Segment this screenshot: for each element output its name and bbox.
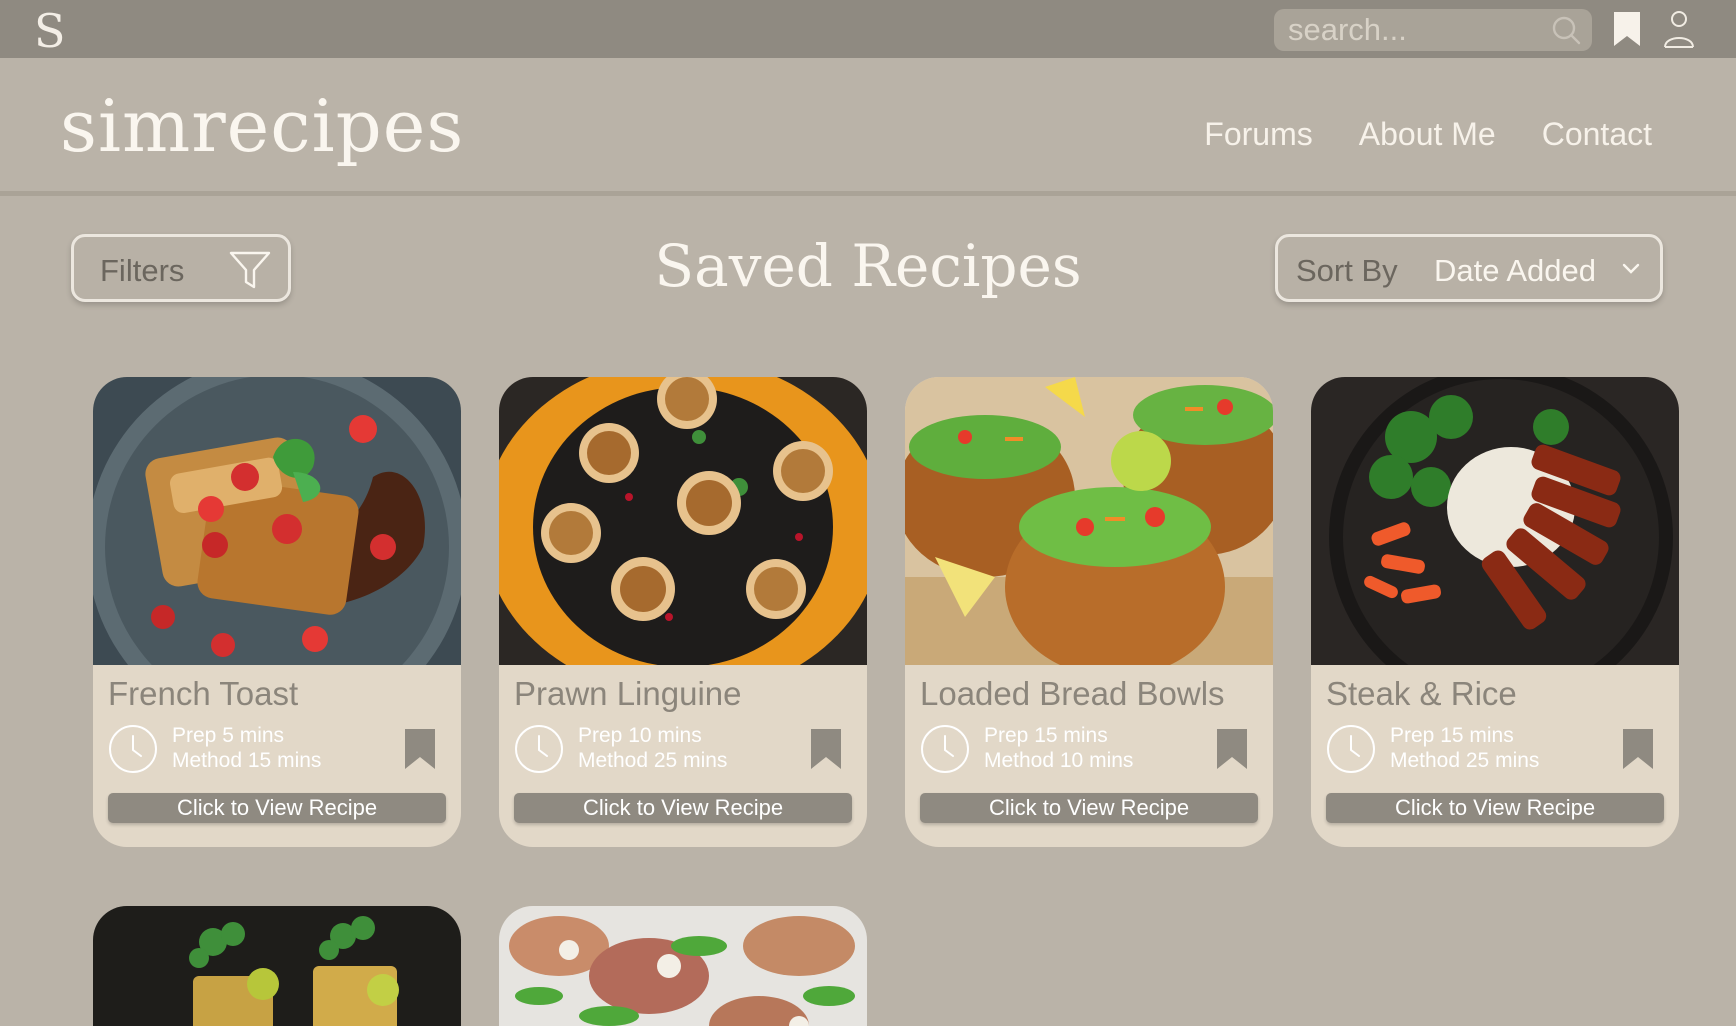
recipe-card-partial[interactable] — [499, 906, 867, 1026]
method-time: Method 15 mins — [172, 749, 322, 772]
recipe-title[interactable]: French Toast — [108, 675, 298, 713]
recipe-card-partial[interactable] — [93, 906, 461, 1026]
bookmark-icon[interactable] — [809, 727, 843, 771]
recipe-times: Prep 15 mins Method 25 mins — [1390, 723, 1539, 773]
recipe-times: Prep 5 mins Method 15 mins — [172, 723, 321, 773]
bookmark-icon[interactable] — [1612, 10, 1642, 48]
recipe-card[interactable]: French Toast Prep 5 mins Method 15 mins … — [93, 377, 461, 847]
view-recipe-button[interactable]: Click to View Recipe — [1326, 793, 1664, 823]
sort-dropdown[interactable]: Sort By Date Added — [1275, 234, 1663, 302]
brand-logo[interactable]: simrecipes — [60, 84, 464, 168]
method-time: Method 25 mins — [578, 749, 728, 772]
method-time: Method 25 mins — [1390, 749, 1540, 772]
recipe-image[interactable] — [499, 906, 867, 1026]
clock-icon — [515, 725, 563, 773]
view-recipe-button[interactable]: Click to View Recipe — [514, 793, 852, 823]
prep-time: Prep 5 mins — [172, 724, 285, 747]
recipe-image[interactable] — [93, 377, 461, 665]
recipe-image[interactable] — [905, 377, 1273, 665]
recipe-times: Prep 15 mins Method 10 mins — [984, 723, 1133, 773]
nav-about-me[interactable]: About Me — [1359, 116, 1496, 153]
search-input[interactable] — [1288, 14, 1538, 46]
nav-contact[interactable]: Contact — [1542, 116, 1652, 153]
clock-icon — [921, 725, 969, 773]
prep-time: Prep 15 mins — [1390, 724, 1514, 747]
search-box[interactable] — [1274, 9, 1592, 51]
recipe-title[interactable]: Loaded Bread Bowls — [920, 675, 1225, 713]
view-recipe-button[interactable]: Click to View Recipe — [108, 793, 446, 823]
user-icon[interactable] — [1662, 9, 1696, 49]
search-icon[interactable] — [1550, 14, 1582, 46]
nav-forums[interactable]: Forums — [1204, 116, 1312, 153]
prep-time: Prep 15 mins — [984, 724, 1108, 747]
prep-time: Prep 10 mins — [578, 724, 702, 747]
top-bar: S — [0, 0, 1736, 58]
recipe-card[interactable]: Steak & Rice Prep 15 mins Method 25 mins… — [1311, 377, 1679, 847]
recipe-image[interactable] — [499, 377, 867, 665]
bookmark-icon[interactable] — [1215, 727, 1249, 771]
recipe-title[interactable]: Prawn Linguine — [514, 675, 742, 713]
site-header: simrecipes Forums About Me Contact — [0, 58, 1736, 196]
sort-value: Date Added — [1434, 253, 1597, 288]
recipe-card[interactable]: Loaded Bread Bowls Prep 15 mins Method 1… — [905, 377, 1273, 847]
recipe-card[interactable]: Prawn Linguine Prep 10 mins Method 25 mi… — [499, 377, 867, 847]
view-recipe-button[interactable]: Click to View Recipe — [920, 793, 1258, 823]
bookmark-icon[interactable] — [403, 727, 437, 771]
recipe-image[interactable] — [1311, 377, 1679, 665]
bookmark-icon[interactable] — [1621, 727, 1655, 771]
logo-mark[interactable]: S — [34, 4, 66, 58]
main-nav: Forums About Me Contact — [1204, 116, 1652, 153]
recipe-image[interactable] — [93, 906, 461, 1026]
chevron-down-icon — [1622, 263, 1640, 274]
sort-label: Sort By — [1296, 253, 1398, 288]
recipe-times: Prep 10 mins Method 25 mins — [578, 723, 727, 773]
method-time: Method 10 mins — [984, 749, 1134, 772]
clock-icon — [109, 725, 157, 773]
recipe-title[interactable]: Steak & Rice — [1326, 675, 1517, 713]
clock-icon — [1327, 725, 1375, 773]
